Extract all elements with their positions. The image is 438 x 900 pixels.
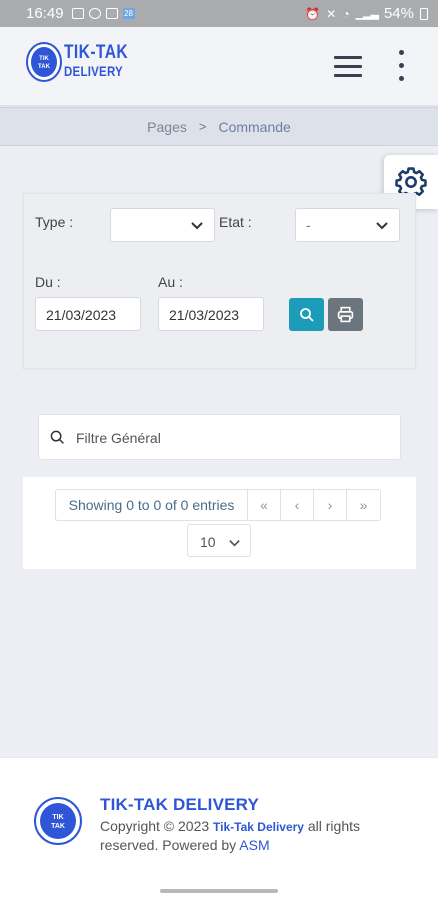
first-page-button[interactable]: «: [248, 490, 281, 520]
brand-name: TIK-TAK DELIVERY: [64, 42, 129, 80]
last-page-button[interactable]: »: [347, 490, 380, 520]
breadcrumb-root[interactable]: Pages: [147, 119, 187, 135]
battery-icon: [420, 7, 428, 20]
du-date-input[interactable]: 21/03/2023: [35, 297, 141, 331]
general-filter-input[interactable]: Filtre Général: [38, 414, 401, 460]
page-size-value: 10: [200, 534, 216, 550]
next-page-button[interactable]: ›: [314, 490, 347, 520]
calendar-icon: 28: [122, 8, 135, 19]
au-label: Au :: [158, 274, 183, 290]
status-time: 16:49: [26, 5, 64, 22]
filter-panel: Type : Etat : - Du : 21/03/2023 Au : 21/…: [23, 193, 416, 369]
du-label: Du :: [35, 274, 61, 290]
breadcrumb: Pages > Commande: [0, 107, 438, 146]
status-notification-icons: 28: [71, 8, 135, 19]
menu-icon[interactable]: [334, 56, 364, 78]
svg-text:TAK: TAK: [38, 64, 51, 70]
svg-text:TIK: TIK: [39, 56, 49, 62]
chevron-down-icon: [191, 222, 203, 230]
prev-page-button[interactable]: ‹: [281, 490, 314, 520]
home-indicator[interactable]: [160, 889, 278, 893]
footer: TIK TAK TIK-TAK DELIVERY Copyright © 202…: [0, 757, 438, 900]
footer-logo: TIK TAK: [34, 797, 82, 845]
etat-select[interactable]: -: [295, 208, 400, 242]
entries-info: Showing 0 to 0 of 0 entries: [56, 490, 248, 520]
etat-label: Etat :: [219, 214, 252, 230]
search-icon: [299, 307, 314, 322]
status-bar: 16:49 28 ⏰ ✕ ◔ ▁▂▃ 54%: [0, 0, 438, 27]
chevron-down-icon: [229, 540, 240, 547]
brand-line-2: DELIVERY: [64, 63, 123, 79]
status-system-icons: ⏰ ✕ ◔ ▁▂▃ 54%: [305, 5, 428, 22]
au-date-input[interactable]: 21/03/2023: [158, 297, 264, 331]
type-label: Type :: [35, 214, 74, 230]
gallery-icon: [71, 8, 84, 19]
breadcrumb-current: Commande: [218, 118, 291, 135]
chat-icon: [105, 8, 118, 19]
svg-text:TAK: TAK: [51, 823, 65, 830]
print-icon: [337, 306, 354, 323]
search-button[interactable]: [289, 298, 324, 331]
copyright-prefix: Copyright © 2023: [100, 818, 214, 834]
print-button[interactable]: [328, 298, 363, 331]
powered-by-link[interactable]: ASM: [239, 837, 269, 853]
battery-percent: 54%: [383, 5, 414, 22]
breadcrumb-separator: >: [198, 119, 207, 134]
page-size-select[interactable]: 10: [187, 524, 251, 557]
type-select[interactable]: [110, 208, 215, 242]
more-vert-icon[interactable]: [396, 50, 406, 82]
general-filter-placeholder: Filtre Général: [76, 430, 161, 446]
etat-select-value: -: [306, 217, 311, 233]
pagination: Showing 0 to 0 of 0 entries « ‹ › »: [55, 489, 381, 521]
company-link[interactable]: Tik-Tak Delivery: [213, 820, 304, 834]
footer-copyright: Copyright © 2023 Tik-Tak Delivery all ri…: [100, 817, 400, 854]
search-icon: [50, 430, 64, 444]
wifi-icon: ◔: [342, 6, 350, 21]
app-header: TIK TAK TIK-TAK DELIVERY: [0, 27, 438, 106]
alarm-icon: ⏰: [305, 6, 321, 21]
chevron-down-icon: [376, 222, 388, 230]
results-table: Showing 0 to 0 of 0 entries « ‹ › » 10: [23, 477, 416, 569]
brand-line-1: TIK-TAK: [64, 42, 129, 63]
messenger-icon: [88, 8, 101, 19]
brand-logo[interactable]: TIK TAK: [25, 40, 63, 84]
signal-icon: ▁▂▃: [355, 8, 379, 20]
mute-icon: ✕: [326, 6, 337, 21]
footer-title: TIK-TAK DELIVERY: [100, 795, 260, 814]
svg-text:TIK: TIK: [52, 814, 63, 821]
